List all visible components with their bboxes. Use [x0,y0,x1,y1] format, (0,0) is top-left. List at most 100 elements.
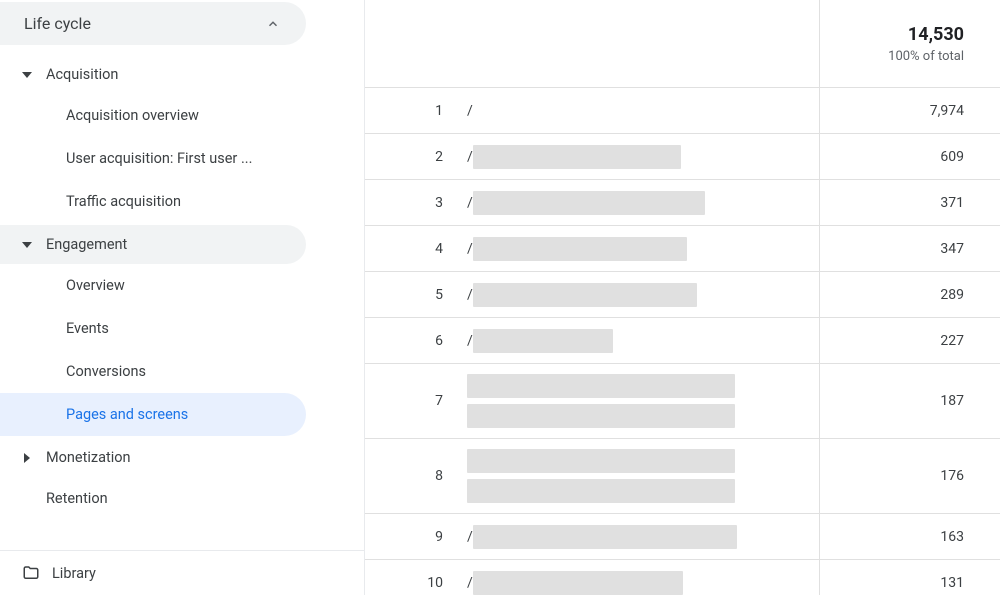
summary-right: 14,530 100% of total [820,0,1000,87]
summary-subtitle: 100% of total [888,49,964,64]
redacted-text [473,283,697,307]
row-path-cell: 8 [365,439,820,513]
row-path: / [467,191,705,215]
arrow-right-icon [22,453,40,463]
redacted-text [467,404,735,428]
nav-group-label: Monetization [46,449,131,466]
row-rank: 8 [411,468,467,484]
table-row[interactable]: 6/227 [365,318,1000,364]
row-path-cell: 7 [365,364,820,438]
nav-item-acquisition-overview[interactable]: Acquisition overview [0,94,306,137]
redacted-text [473,191,705,215]
chevron-up-icon [264,15,282,33]
path-text: / [467,575,473,591]
row-value: 163 [820,514,1000,559]
row-rank: 10 [411,575,467,591]
row-path-cell: 2/ [365,134,820,179]
redacted-text [473,237,687,261]
nav-item-traffic-acquisition[interactable]: Traffic acquisition [0,180,306,223]
nav-item-user-acquisition-first-user[interactable]: User acquisition: First user ... [0,137,306,180]
row-rank: 4 [411,241,467,257]
redacted-text [473,145,681,169]
path-text: / [467,529,473,545]
redacted-text [473,329,613,353]
table-row[interactable]: 7 187 [365,364,1000,439]
redacted-text [467,479,735,503]
nav-item-pages-and-screens[interactable]: Pages and screens [0,393,306,436]
row-rank: 1 [411,103,467,119]
table-row[interactable]: 5/289 [365,272,1000,318]
row-value: 347 [820,226,1000,271]
row-path: / [467,283,697,307]
table-row[interactable]: 10/131 [365,560,1000,595]
row-path: / [467,237,687,261]
path-text: / [467,333,473,349]
row-path: / [467,103,473,119]
row-path-cell: 10/ [365,560,820,595]
summary-row: 14,530 100% of total [365,0,1000,88]
row-path-cell: 5/ [365,272,820,317]
table-row[interactable]: 4/347 [365,226,1000,272]
row-rank: 7 [411,393,467,409]
table-row[interactable]: 1/7,974 [365,88,1000,134]
row-value: 609 [820,134,1000,179]
row-path: / [467,525,737,549]
row-rank: 3 [411,195,467,211]
row-rank: 5 [411,287,467,303]
folder-icon [22,564,40,582]
row-rank: 2 [411,149,467,165]
row-path-cell: 4/ [365,226,820,271]
row-value: 227 [820,318,1000,363]
sidebar-library-label: Library [52,565,96,582]
row-path [467,439,735,513]
sidebar-nav: Acquisition Acquisition overviewUser acqu… [0,55,364,518]
nav-item-events[interactable]: Events [0,307,306,350]
redacted-text [467,374,735,398]
table-row[interactable]: 3/371 [365,180,1000,226]
nav-group-acquisition[interactable]: Acquisition [0,55,306,94]
redacted-text [473,525,737,549]
nav-group-label: Engagement [46,236,127,253]
path-text: / [467,149,473,165]
redacted-text [473,571,683,595]
path-text: / [467,195,473,211]
table-row[interactable]: 2/609 [365,134,1000,180]
nav-item-overview[interactable]: Overview [0,264,306,307]
nav-group-label: Acquisition [46,66,118,83]
arrow-down-icon [22,70,40,80]
row-rank: 6 [411,333,467,349]
path-text: / [467,287,473,303]
nav-group-retention[interactable]: Retention [0,479,306,518]
row-value: 176 [820,439,1000,513]
arrow-down-icon [22,240,40,250]
row-path: / [467,571,683,595]
row-rank: 9 [411,529,467,545]
nav-item-conversions[interactable]: Conversions [0,350,306,393]
sidebar-section-title: Life cycle [24,14,91,33]
row-path [467,364,735,438]
path-text: / [467,103,473,119]
row-path-cell: 9/ [365,514,820,559]
nav-group-engagement[interactable]: Engagement [0,225,306,264]
data-table: 1/7,9742/6093/3714/3475/2896/22771878176… [365,88,1000,595]
row-path: / [467,329,613,353]
row-value: 371 [820,180,1000,225]
redacted-text [467,449,735,473]
table-row[interactable]: 9/163 [365,514,1000,560]
sidebar-library[interactable]: Library [0,550,364,595]
row-value: 187 [820,364,1000,438]
summary-left [365,0,820,87]
sidebar-section-life-cycle[interactable]: Life cycle [0,2,306,45]
row-value: 131 [820,560,1000,595]
table-row[interactable]: 8 176 [365,439,1000,514]
nav-group-monetization[interactable]: Monetization [0,438,306,477]
row-value: 7,974 [820,88,1000,133]
summary-total: 14,530 [908,24,964,45]
main-content: 14,530 100% of total 1/7,9742/6093/3714/… [365,0,1000,595]
row-path-cell: 1/ [365,88,820,133]
row-path-cell: 3/ [365,180,820,225]
row-path-cell: 6/ [365,318,820,363]
row-path: / [467,145,681,169]
row-value: 289 [820,272,1000,317]
path-text: / [467,241,473,257]
